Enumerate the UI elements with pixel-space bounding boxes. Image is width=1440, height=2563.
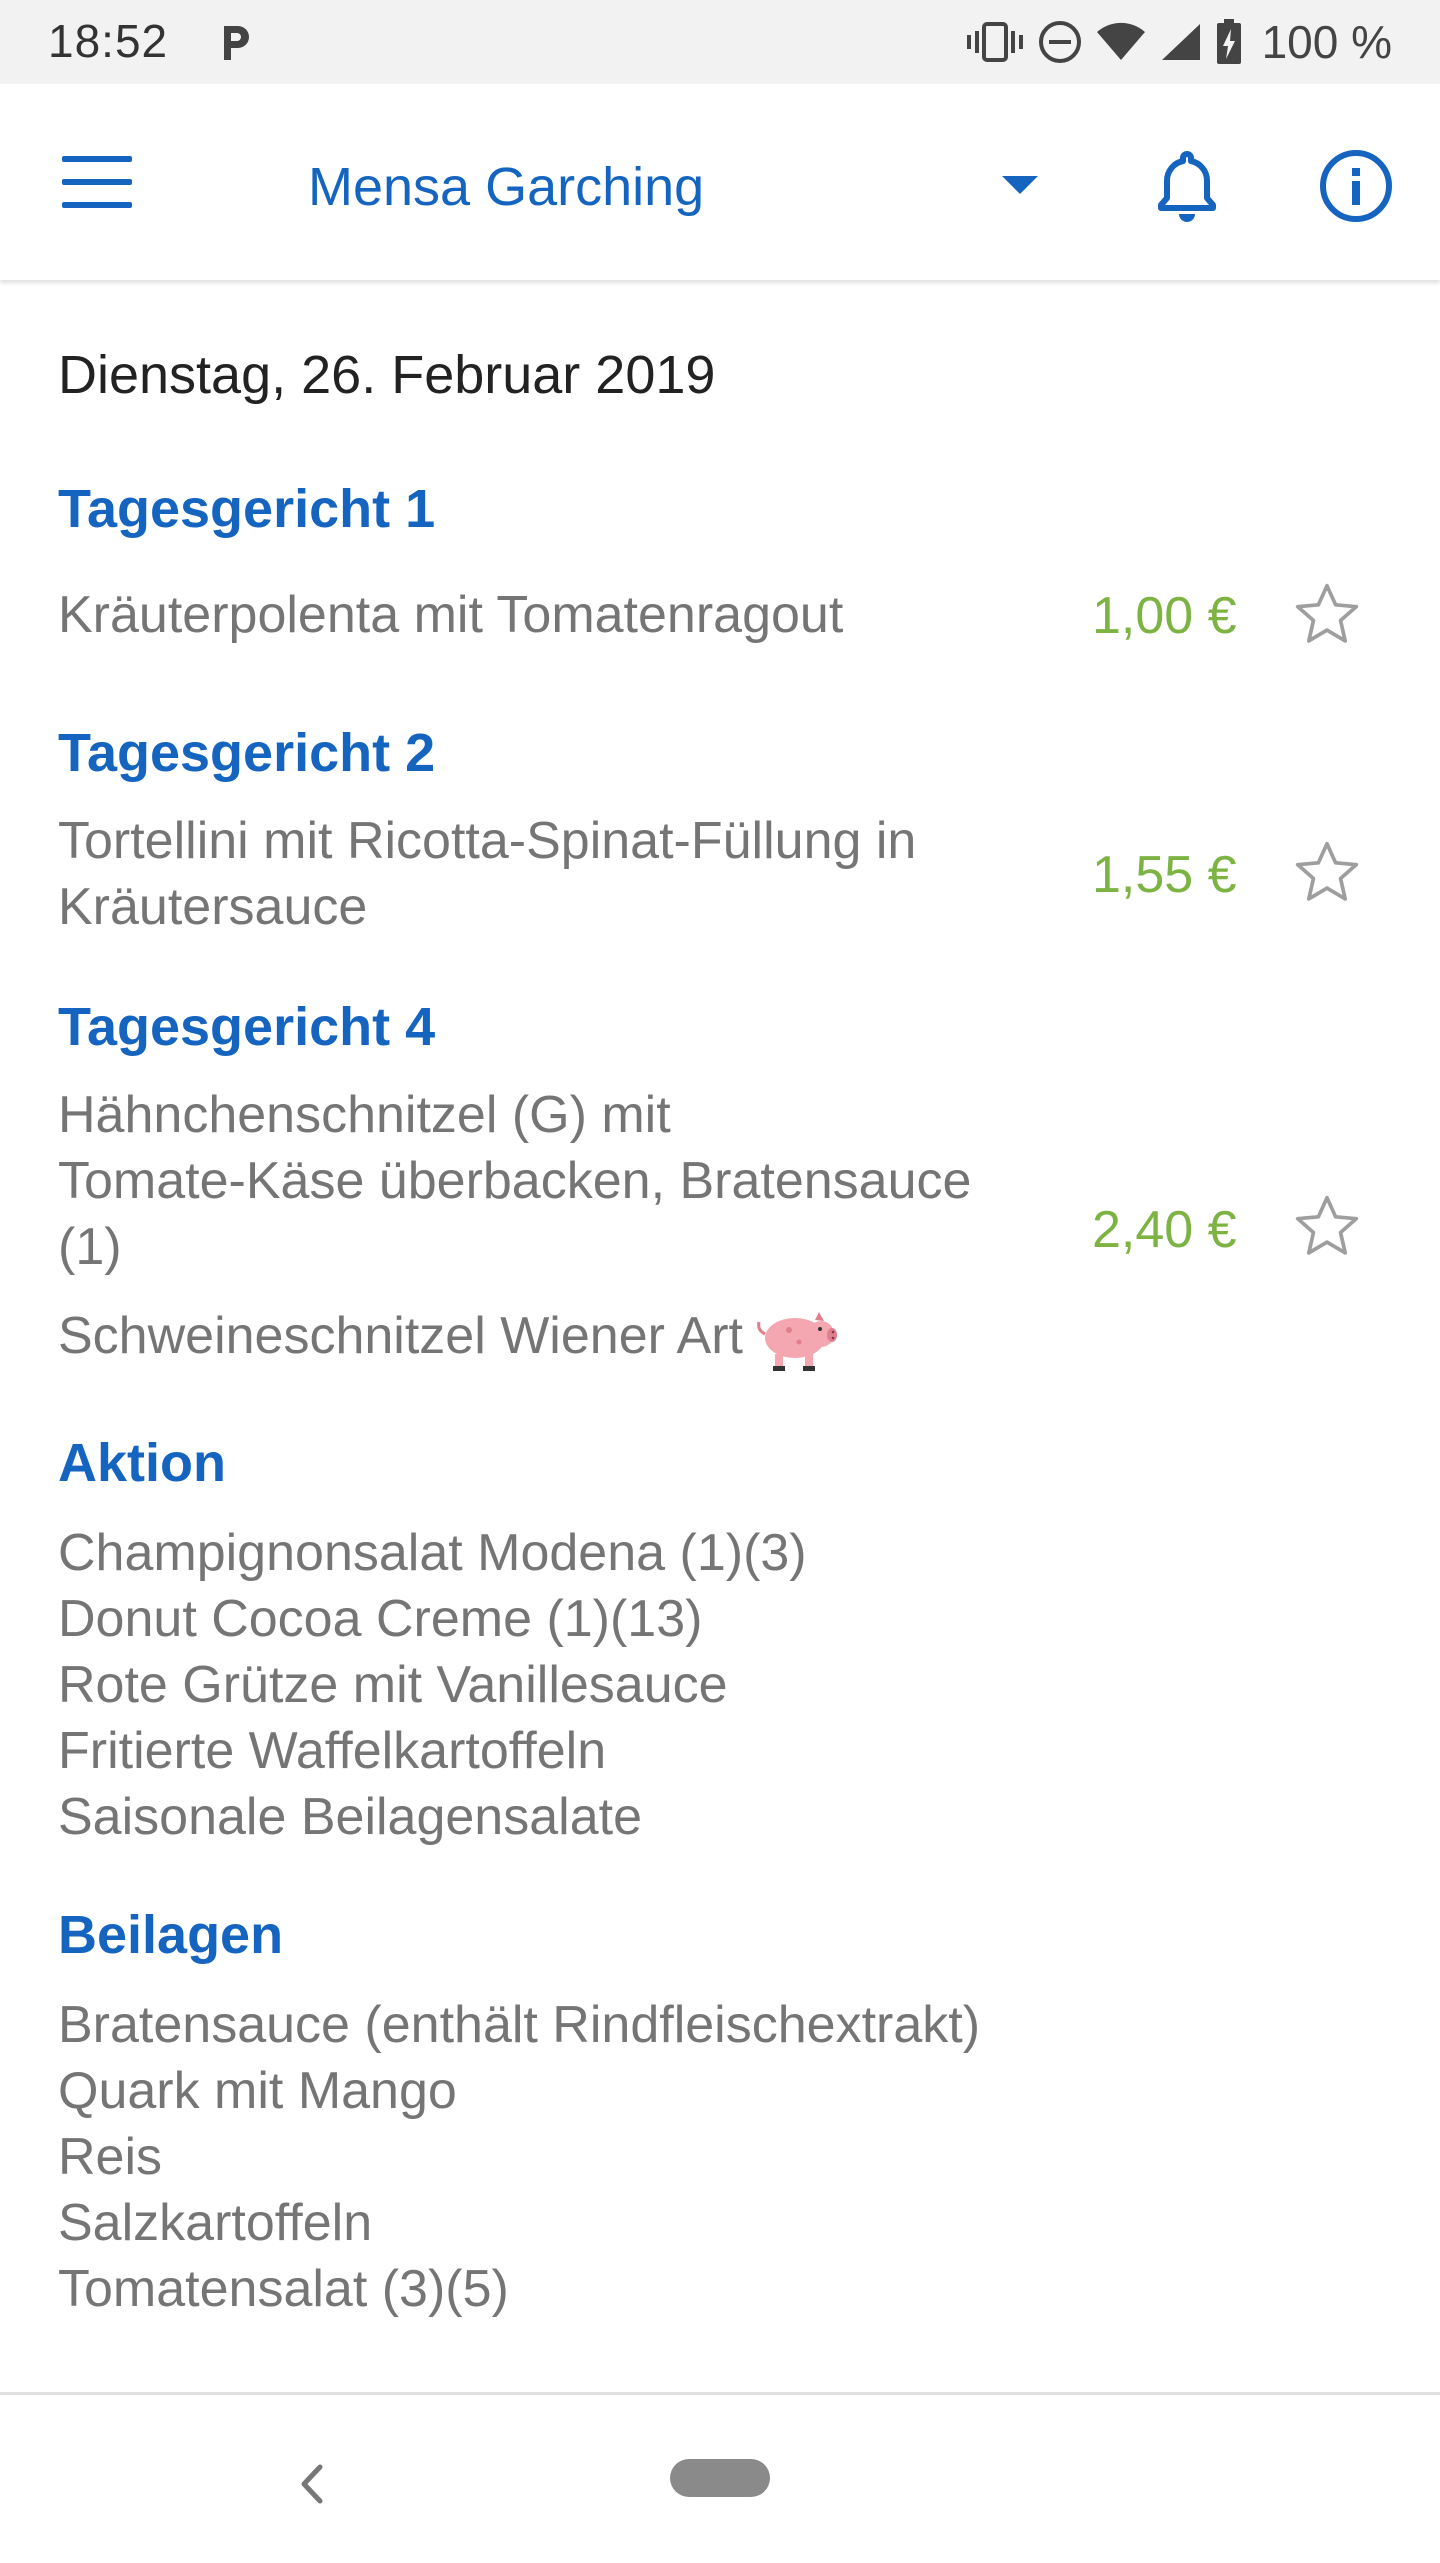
- aktion-title: Aktion: [58, 1433, 226, 1493]
- dnd-icon: [1038, 21, 1081, 63]
- info-icon[interactable]: [1318, 148, 1394, 224]
- list-item: Champignonsalat Modena (1)(3): [58, 1524, 807, 1582]
- back-chevron-icon[interactable]: [292, 2459, 332, 2509]
- list-item: Tomatensalat (3)(5): [58, 2260, 509, 2318]
- list-item: Salzkartoffeln: [58, 2194, 373, 2252]
- dish-price: 2,40 €: [1092, 1201, 1237, 1259]
- beilagen-list: Bratensauce (enthält Rindfleischextrakt)…: [58, 1992, 980, 2322]
- aktion-list: Champignonsalat Modena (1)(3) Donut Coco…: [58, 1520, 807, 1850]
- list-item: Quark mit Mango: [58, 2062, 457, 2120]
- list-item: Rote Grütze mit Vanillesauce: [58, 1656, 728, 1714]
- dish-name: Hähnchenschnitzel (G) mit Tomate-Käse üb…: [58, 1086, 972, 1276]
- favorite-star-icon[interactable]: [1290, 1190, 1364, 1264]
- dish-price: 1,00 €: [1092, 587, 1237, 645]
- dish-extra: Schweineschnitzel Wiener Art: [58, 1303, 1038, 1374]
- beilagen-title: Beilagen: [58, 1905, 284, 1965]
- home-pill-icon[interactable]: [670, 2459, 770, 2497]
- wifi-icon: [1096, 22, 1145, 60]
- vibrate-icon: [966, 22, 1023, 62]
- dish-category: Tagesgericht 2: [58, 723, 436, 783]
- list-item: Fritierte Waffelkartoffeln: [58, 1722, 607, 1780]
- favorite-star-icon[interactable]: [1290, 578, 1364, 652]
- list-item: Donut Cocoa Creme (1)(13): [58, 1590, 703, 1648]
- dish-category: Tagesgericht 1: [58, 479, 436, 539]
- app-bar: Mensa Garching: [0, 84, 1440, 280]
- battery-charging-icon: [1216, 19, 1241, 64]
- status-time: 18:52: [48, 15, 169, 67]
- dropdown-arrow-icon: [1002, 176, 1038, 194]
- list-item: Bratensauce (enthält Rindfleischextrakt): [58, 1996, 981, 2054]
- cafeteria-dropdown[interactable]: Mensa Garching: [308, 152, 1048, 217]
- list-item: Saisonale Beilagensalate: [58, 1788, 642, 1846]
- hamburger-menu-icon[interactable]: [62, 156, 132, 208]
- navigation-bar: [0, 2392, 1440, 2563]
- dish-name: Tortellini mit Ricotta-Spinat-Füllung in…: [58, 812, 917, 936]
- favorite-star-icon[interactable]: [1290, 836, 1364, 910]
- battery-level: 100 %: [1261, 16, 1392, 68]
- bell-icon[interactable]: [1152, 148, 1222, 224]
- menu-date: Dienstag, 26. Februar 2019: [58, 345, 716, 405]
- cafeteria-name: Mensa Garching: [308, 157, 705, 217]
- pig-icon: [757, 1312, 837, 1372]
- dish-price: 1,55 €: [1092, 846, 1237, 904]
- list-item: Reis: [58, 2128, 163, 2186]
- dish-category: Tagesgericht 4: [58, 997, 436, 1057]
- status-bar: 18:52 100 %: [0, 0, 1440, 84]
- dish-name: Kräuterpolenta mit Tomatenragout: [58, 586, 844, 644]
- signal-icon: [1161, 24, 1200, 60]
- parking-icon: [224, 26, 249, 60]
